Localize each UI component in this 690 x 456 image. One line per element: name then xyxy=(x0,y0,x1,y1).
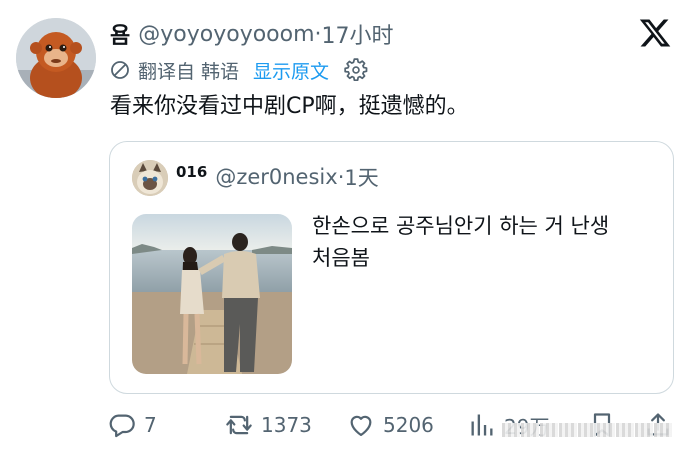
quoted-tweet-header: 016 @zer0nesix · 1天 xyxy=(176,162,379,192)
translated-from-label: 翻译自 韩语 xyxy=(138,60,240,83)
quoted-tweet-card[interactable]: 016 @zer0nesix · 1天 한손으로 공주님안기 하는 거 난생 처… xyxy=(109,141,674,394)
retweet-button[interactable]: 1373 xyxy=(225,404,312,446)
retweet-count: 1373 xyxy=(261,413,312,437)
tweet-text: 看来你没看过中剧CP啊，挺遗憾的。 xyxy=(110,94,469,119)
quoted-author-avatar[interactable] xyxy=(132,160,168,196)
translate-icon xyxy=(111,61,129,79)
separator-dot: · xyxy=(337,165,345,189)
orangutan-plush-avatar-image xyxy=(16,18,96,98)
beach-couple-photo xyxy=(132,214,292,374)
retweet-icon xyxy=(226,415,252,435)
author-avatar[interactable] xyxy=(16,18,96,98)
like-count: 5206 xyxy=(383,413,434,437)
x-logo-icon[interactable] xyxy=(638,16,672,50)
reply-icon xyxy=(109,414,135,438)
tweet-time[interactable]: 17小时 xyxy=(322,18,394,50)
views-icon xyxy=(471,414,493,436)
author-name[interactable]: 욤 xyxy=(110,18,130,50)
cat-avatar-image xyxy=(132,160,168,196)
reply-button[interactable]: 7 xyxy=(108,404,157,446)
quoted-author-name[interactable]: 016 xyxy=(176,163,207,181)
heart-icon xyxy=(350,415,372,437)
quoted-tweet-photo[interactable] xyxy=(132,214,292,374)
quoted-text-line-1: 한손으로 공주님안기 하는 거 난생 xyxy=(312,214,610,238)
show-original-link[interactable]: 显示原文 xyxy=(253,57,329,84)
tweet-header: 욤 @yoyoyoyooom · 17小时 xyxy=(110,16,394,52)
reply-count: 7 xyxy=(144,413,157,437)
separator-dot: · xyxy=(314,21,322,47)
quoted-tweet-text: 한손으로 공주님안기 하는 거 난생 처음봄 xyxy=(312,210,652,274)
quoted-text-line-2: 처음봄 xyxy=(312,246,370,270)
gear-icon[interactable] xyxy=(343,57,369,83)
translation-row: 翻译自 韩语 显示原文 xyxy=(110,54,369,86)
quoted-author-handle[interactable]: @zer0nesix xyxy=(215,165,337,189)
author-handle[interactable]: @yoyoyoyooom xyxy=(138,22,314,47)
watermark-overlay xyxy=(502,420,682,440)
like-button[interactable]: 5206 xyxy=(347,404,434,446)
quoted-tweet-time[interactable]: 1天 xyxy=(344,162,378,192)
